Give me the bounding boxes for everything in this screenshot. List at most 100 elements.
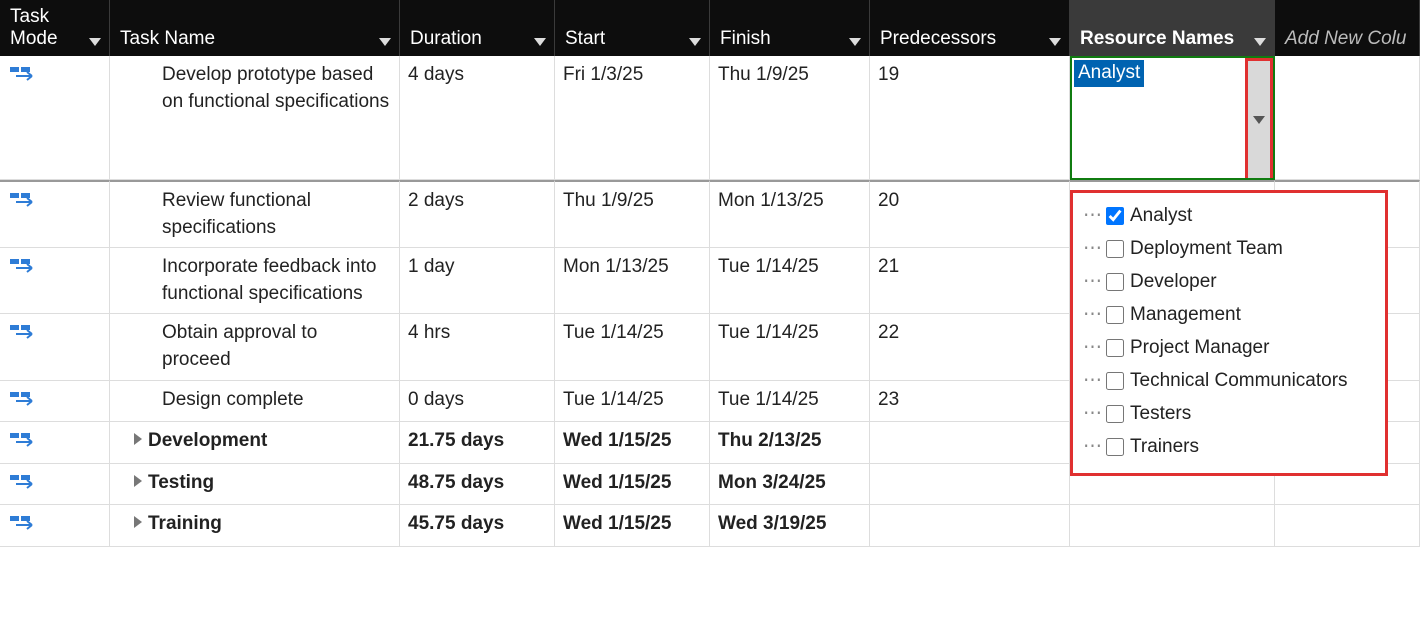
resource-option-label: Deployment Team: [1130, 238, 1283, 260]
resource-checkbox[interactable]: [1106, 372, 1124, 390]
resource-option[interactable]: ⋯ Analyst: [1083, 199, 1375, 232]
resource-selected-value: Analyst: [1074, 60, 1144, 87]
auto-schedule-icon: [10, 322, 38, 349]
chevron-down-icon: [1254, 38, 1266, 46]
tree-connector-icon: ⋯: [1083, 303, 1102, 326]
predecessors-cell[interactable]: [870, 464, 1070, 506]
task-mode-cell[interactable]: [0, 464, 110, 506]
finish-cell[interactable]: Thu 1/9/25: [710, 56, 870, 180]
col-header-task-name[interactable]: Task Name: [110, 0, 400, 56]
chevron-down-icon: [1049, 38, 1061, 46]
col-header-task-mode[interactable]: Task Mode: [0, 0, 110, 56]
resource-dropdown-button[interactable]: [1245, 58, 1273, 178]
col-header-duration[interactable]: Duration: [400, 0, 555, 56]
start-cell[interactable]: Wed 1/15/25: [555, 505, 710, 547]
resource-checkbox[interactable]: [1106, 438, 1124, 456]
expand-icon[interactable]: [134, 433, 142, 445]
task-mode-cell[interactable]: [0, 314, 110, 380]
resource-option-label: Technical Communicators: [1130, 370, 1348, 392]
finish-cell[interactable]: Tue 1/14/25: [710, 314, 870, 380]
resource-dropdown-panel[interactable]: ⋯ Analyst ⋯ Deployment Team ⋯ Developer …: [1070, 190, 1388, 476]
resource-option[interactable]: ⋯ Developer: [1083, 265, 1375, 298]
finish-cell[interactable]: Mon 1/13/25: [710, 180, 870, 248]
auto-schedule-icon: [10, 64, 38, 91]
add-new-cell[interactable]: [1275, 505, 1420, 547]
task-mode-cell[interactable]: [0, 180, 110, 248]
duration-cell[interactable]: 48.75 days: [400, 464, 555, 506]
task-mode-cell[interactable]: [0, 381, 110, 423]
start-cell[interactable]: Wed 1/15/25: [555, 422, 710, 464]
resource-checkbox[interactable]: [1106, 306, 1124, 324]
predecessors-cell[interactable]: 23: [870, 381, 1070, 423]
expand-icon[interactable]: [134, 475, 142, 487]
resource-names-cell-active[interactable]: Analyst: [1070, 56, 1275, 180]
task-mode-cell[interactable]: [0, 248, 110, 314]
resource-checkbox[interactable]: [1106, 207, 1124, 225]
predecessors-cell[interactable]: 21: [870, 248, 1070, 314]
expand-icon[interactable]: [134, 516, 142, 528]
tree-connector-icon: ⋯: [1083, 435, 1102, 458]
resource-option[interactable]: ⋯ Trainers: [1083, 430, 1375, 463]
resource-option[interactable]: ⋯ Testers: [1083, 397, 1375, 430]
task-name-cell[interactable]: Review functional specifications: [110, 180, 400, 248]
duration-cell[interactable]: 0 days: [400, 381, 555, 423]
task-mode-cell[interactable]: [0, 422, 110, 464]
finish-cell[interactable]: Wed 3/19/25: [710, 505, 870, 547]
start-cell[interactable]: Wed 1/15/25: [555, 464, 710, 506]
duration-cell[interactable]: 21.75 days: [400, 422, 555, 464]
col-header-predecessors[interactable]: Predecessors: [870, 0, 1070, 56]
auto-schedule-icon: [10, 256, 38, 283]
resource-checkbox[interactable]: [1106, 240, 1124, 258]
predecessors-cell[interactable]: 22: [870, 314, 1070, 380]
col-header-resource-names[interactable]: Resource Names: [1070, 0, 1275, 56]
task-name-cell[interactable]: Development: [110, 422, 400, 464]
task-name-cell[interactable]: Develop prototype based on functional sp…: [110, 56, 400, 180]
task-name-cell[interactable]: Testing: [110, 464, 400, 506]
predecessors-cell[interactable]: 19: [870, 56, 1070, 180]
task-name-cell[interactable]: Training: [110, 505, 400, 547]
start-cell[interactable]: Mon 1/13/25: [555, 248, 710, 314]
duration-cell[interactable]: 4 days: [400, 56, 555, 180]
resource-option[interactable]: ⋯ Project Manager: [1083, 331, 1375, 364]
start-cell[interactable]: Tue 1/14/25: [555, 381, 710, 423]
resource-checkbox[interactable]: [1106, 273, 1124, 291]
chevron-down-icon: [379, 38, 391, 46]
col-header-finish[interactable]: Finish: [710, 0, 870, 56]
resource-option-label: Project Manager: [1130, 337, 1269, 359]
task-mode-cell[interactable]: [0, 56, 110, 180]
auto-schedule-icon: [10, 513, 38, 540]
resource-names-cell[interactable]: [1070, 505, 1275, 547]
resource-option[interactable]: ⋯ Technical Communicators: [1083, 364, 1375, 397]
auto-schedule-icon: [10, 190, 38, 217]
duration-cell[interactable]: 4 hrs: [400, 314, 555, 380]
resource-option[interactable]: ⋯ Management: [1083, 298, 1375, 331]
finish-cell[interactable]: Mon 3/24/25: [710, 464, 870, 506]
predecessors-cell[interactable]: [870, 422, 1070, 464]
predecessors-cell[interactable]: 20: [870, 180, 1070, 248]
start-cell[interactable]: Thu 1/9/25: [555, 180, 710, 248]
finish-cell[interactable]: Tue 1/14/25: [710, 248, 870, 314]
tree-connector-icon: ⋯: [1083, 204, 1102, 227]
task-name-cell[interactable]: Obtain approval to proceed: [110, 314, 400, 380]
finish-cell[interactable]: Thu 2/13/25: [710, 422, 870, 464]
chevron-down-icon: [1253, 116, 1265, 124]
resource-option[interactable]: ⋯ Deployment Team: [1083, 232, 1375, 265]
task-mode-cell[interactable]: [0, 505, 110, 547]
task-name-cell[interactable]: Design complete: [110, 381, 400, 423]
start-cell[interactable]: Tue 1/14/25: [555, 314, 710, 380]
col-header-add-new[interactable]: Add New Colu: [1275, 0, 1420, 56]
auto-schedule-icon: [10, 472, 38, 499]
col-header-start[interactable]: Start: [555, 0, 710, 56]
finish-cell[interactable]: Tue 1/14/25: [710, 381, 870, 423]
chevron-down-icon: [89, 38, 101, 46]
duration-cell[interactable]: 45.75 days: [400, 505, 555, 547]
predecessors-cell[interactable]: [870, 505, 1070, 547]
task-name-cell[interactable]: Incorporate feedback into functional spe…: [110, 248, 400, 314]
duration-cell[interactable]: 1 day: [400, 248, 555, 314]
start-cell[interactable]: Fri 1/3/25: [555, 56, 710, 180]
add-new-cell[interactable]: [1275, 56, 1420, 180]
chevron-down-icon: [689, 38, 701, 46]
resource-checkbox[interactable]: [1106, 405, 1124, 423]
duration-cell[interactable]: 2 days: [400, 180, 555, 248]
resource-checkbox[interactable]: [1106, 339, 1124, 357]
